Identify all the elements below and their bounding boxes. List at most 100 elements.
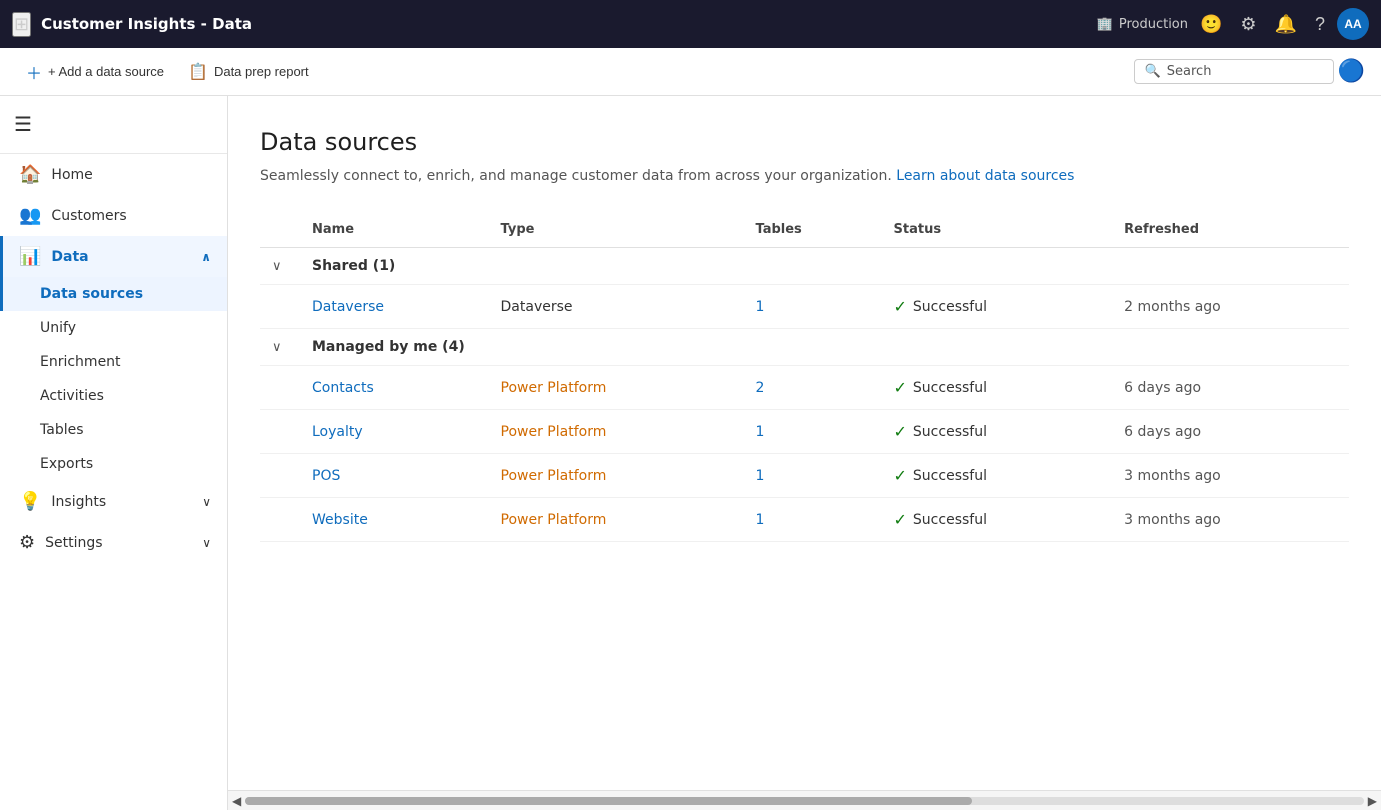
scrollbar-track[interactable] bbox=[245, 797, 1364, 805]
exports-label: Exports bbox=[40, 456, 93, 472]
app-title: Customer Insights - Data bbox=[41, 15, 1087, 33]
sidebar: ☰ 🏠 Home 👥 Customers 📊 Data ∧ Data sourc… bbox=[0, 96, 228, 810]
status-check-icon: ✓ bbox=[894, 422, 907, 441]
collapse-group-button[interactable]: ∨ bbox=[272, 339, 282, 355]
row-status: ✓ Successful bbox=[882, 285, 1113, 329]
row-spacer bbox=[260, 285, 300, 329]
sidebar-toggle-button[interactable]: ☰ bbox=[0, 104, 46, 145]
row-name: POS bbox=[300, 454, 489, 498]
source-type: Power Platform bbox=[501, 468, 607, 484]
environment-selector[interactable]: 🏢 Production bbox=[1097, 17, 1188, 32]
source-table-count: 1 bbox=[756, 299, 765, 315]
source-name-link[interactable]: Contacts bbox=[312, 380, 374, 396]
row-type: Dataverse bbox=[489, 285, 744, 329]
row-name: Contacts bbox=[300, 366, 489, 410]
data-prep-label: Data prep report bbox=[214, 64, 309, 79]
environment-icon: 🏢 bbox=[1097, 17, 1113, 32]
customers-icon: 👥 bbox=[19, 205, 41, 226]
add-data-source-label: + Add a data source bbox=[48, 64, 164, 79]
sidebar-item-insights[interactable]: 💡 Insights ∨ bbox=[0, 481, 227, 522]
page-title: Data sources bbox=[260, 128, 1349, 156]
group-label: Shared (1) bbox=[300, 248, 1349, 285]
row-spacer bbox=[260, 366, 300, 410]
copilot-icon[interactable]: 🔵 bbox=[1338, 59, 1365, 84]
sidebar-item-home[interactable]: 🏠 Home bbox=[0, 154, 227, 195]
scroll-right-button[interactable]: ▶ bbox=[1368, 794, 1377, 808]
bell-icon-btn[interactable]: 🔔 bbox=[1269, 10, 1303, 39]
sidebar-item-enrichment[interactable]: Enrichment bbox=[0, 345, 227, 379]
sidebar-settings-label: Settings bbox=[45, 535, 102, 551]
row-status: ✓ Successful bbox=[882, 498, 1113, 542]
sidebar-item-exports[interactable]: Exports bbox=[0, 447, 227, 481]
main-layout: ☰ 🏠 Home 👥 Customers 📊 Data ∧ Data sourc… bbox=[0, 96, 1381, 810]
row-tables: 2 bbox=[744, 366, 882, 410]
sidebar-item-tables[interactable]: Tables bbox=[0, 413, 227, 447]
row-status: ✓ Successful bbox=[882, 410, 1113, 454]
row-refreshed: 6 days ago bbox=[1112, 410, 1349, 454]
source-name-link[interactable]: Website bbox=[312, 512, 368, 528]
unify-label: Unify bbox=[40, 320, 76, 336]
subbar: ＋ + Add a data source 📋 Data prep report… bbox=[0, 48, 1381, 96]
sidebar-item-unify[interactable]: Unify bbox=[0, 311, 227, 345]
row-tables: 1 bbox=[744, 498, 882, 542]
source-name-link[interactable]: POS bbox=[312, 468, 340, 484]
sidebar-data-label: Data bbox=[51, 249, 88, 265]
col-status: Status bbox=[882, 212, 1113, 248]
smiley-icon-btn[interactable]: 🙂 bbox=[1194, 10, 1228, 39]
sidebar-item-activities[interactable]: Activities bbox=[0, 379, 227, 413]
refreshed-time: 6 days ago bbox=[1124, 424, 1201, 440]
row-type: Power Platform bbox=[489, 366, 744, 410]
source-name-link[interactable]: Loyalty bbox=[312, 424, 363, 440]
sidebar-item-settings[interactable]: ⚙ Settings ∨ bbox=[0, 522, 227, 563]
col-tables: Tables bbox=[744, 212, 882, 248]
sidebar-item-data[interactable]: 📊 Data ∧ bbox=[0, 236, 227, 277]
sidebar-top: ☰ bbox=[0, 96, 227, 154]
main-content: Data sources Seamlessly connect to, enri… bbox=[228, 96, 1381, 790]
scroll-left-button[interactable]: ◀ bbox=[232, 794, 241, 808]
status-check-icon: ✓ bbox=[894, 466, 907, 485]
col-name: Name bbox=[300, 212, 489, 248]
row-type: Power Platform bbox=[489, 410, 744, 454]
scrollbar-thumb[interactable] bbox=[245, 797, 972, 805]
refreshed-time: 6 days ago bbox=[1124, 380, 1201, 396]
data-sources-table: Name Type Tables Status Refreshed bbox=[260, 212, 1349, 542]
source-table-count: 1 bbox=[756, 512, 765, 528]
table-row: Dataverse Dataverse 1 ✓ Successful 2 mon… bbox=[260, 285, 1349, 329]
table-row: Contacts Power Platform 2 ✓ Successful 6… bbox=[260, 366, 1349, 410]
source-name-link[interactable]: Dataverse bbox=[312, 299, 384, 315]
data-prep-report-button[interactable]: 📋 Data prep report bbox=[178, 56, 319, 88]
group-label: Managed by me (4) bbox=[300, 329, 1349, 366]
table-row: Loyalty Power Platform 1 ✓ Successful 6 … bbox=[260, 410, 1349, 454]
row-name: Loyalty bbox=[300, 410, 489, 454]
search-box[interactable]: 🔍 Search bbox=[1134, 59, 1334, 84]
refreshed-time: 2 months ago bbox=[1124, 299, 1221, 315]
row-tables: 1 bbox=[744, 410, 882, 454]
add-data-source-button[interactable]: ＋ + Add a data source bbox=[16, 54, 174, 90]
collapse-group-button[interactable]: ∨ bbox=[272, 258, 282, 274]
source-type: Power Platform bbox=[501, 424, 607, 440]
source-table-count: 1 bbox=[756, 424, 765, 440]
col-refreshed: Refreshed bbox=[1112, 212, 1349, 248]
help-icon-btn[interactable]: ? bbox=[1309, 10, 1331, 39]
sidebar-item-data-sources[interactable]: Data sources bbox=[0, 277, 227, 311]
grid-icon[interactable]: ⊞ bbox=[12, 12, 31, 37]
avatar-button[interactable]: AA bbox=[1337, 8, 1369, 40]
row-refreshed: 2 months ago bbox=[1112, 285, 1349, 329]
refreshed-time: 3 months ago bbox=[1124, 512, 1221, 528]
topbar: ⊞ Customer Insights - Data 🏢 Production … bbox=[0, 0, 1381, 48]
row-name: Dataverse bbox=[300, 285, 489, 329]
data-sources-label: Data sources bbox=[40, 286, 143, 302]
plus-icon: ＋ bbox=[26, 60, 42, 84]
learn-link[interactable]: Learn about data sources bbox=[896, 168, 1074, 184]
search-placeholder: Search bbox=[1167, 64, 1212, 79]
settings-icon-btn[interactable]: ⚙ bbox=[1234, 10, 1262, 39]
status-check-icon: ✓ bbox=[894, 378, 907, 397]
row-refreshed: 6 days ago bbox=[1112, 366, 1349, 410]
source-table-count: 2 bbox=[756, 380, 765, 396]
row-name: Website bbox=[300, 498, 489, 542]
source-table-count: 1 bbox=[756, 468, 765, 484]
col-type: Type bbox=[489, 212, 744, 248]
sidebar-item-customers[interactable]: 👥 Customers bbox=[0, 195, 227, 236]
table-row: POS Power Platform 1 ✓ Successful 3 mont… bbox=[260, 454, 1349, 498]
environment-label: Production bbox=[1119, 17, 1188, 32]
